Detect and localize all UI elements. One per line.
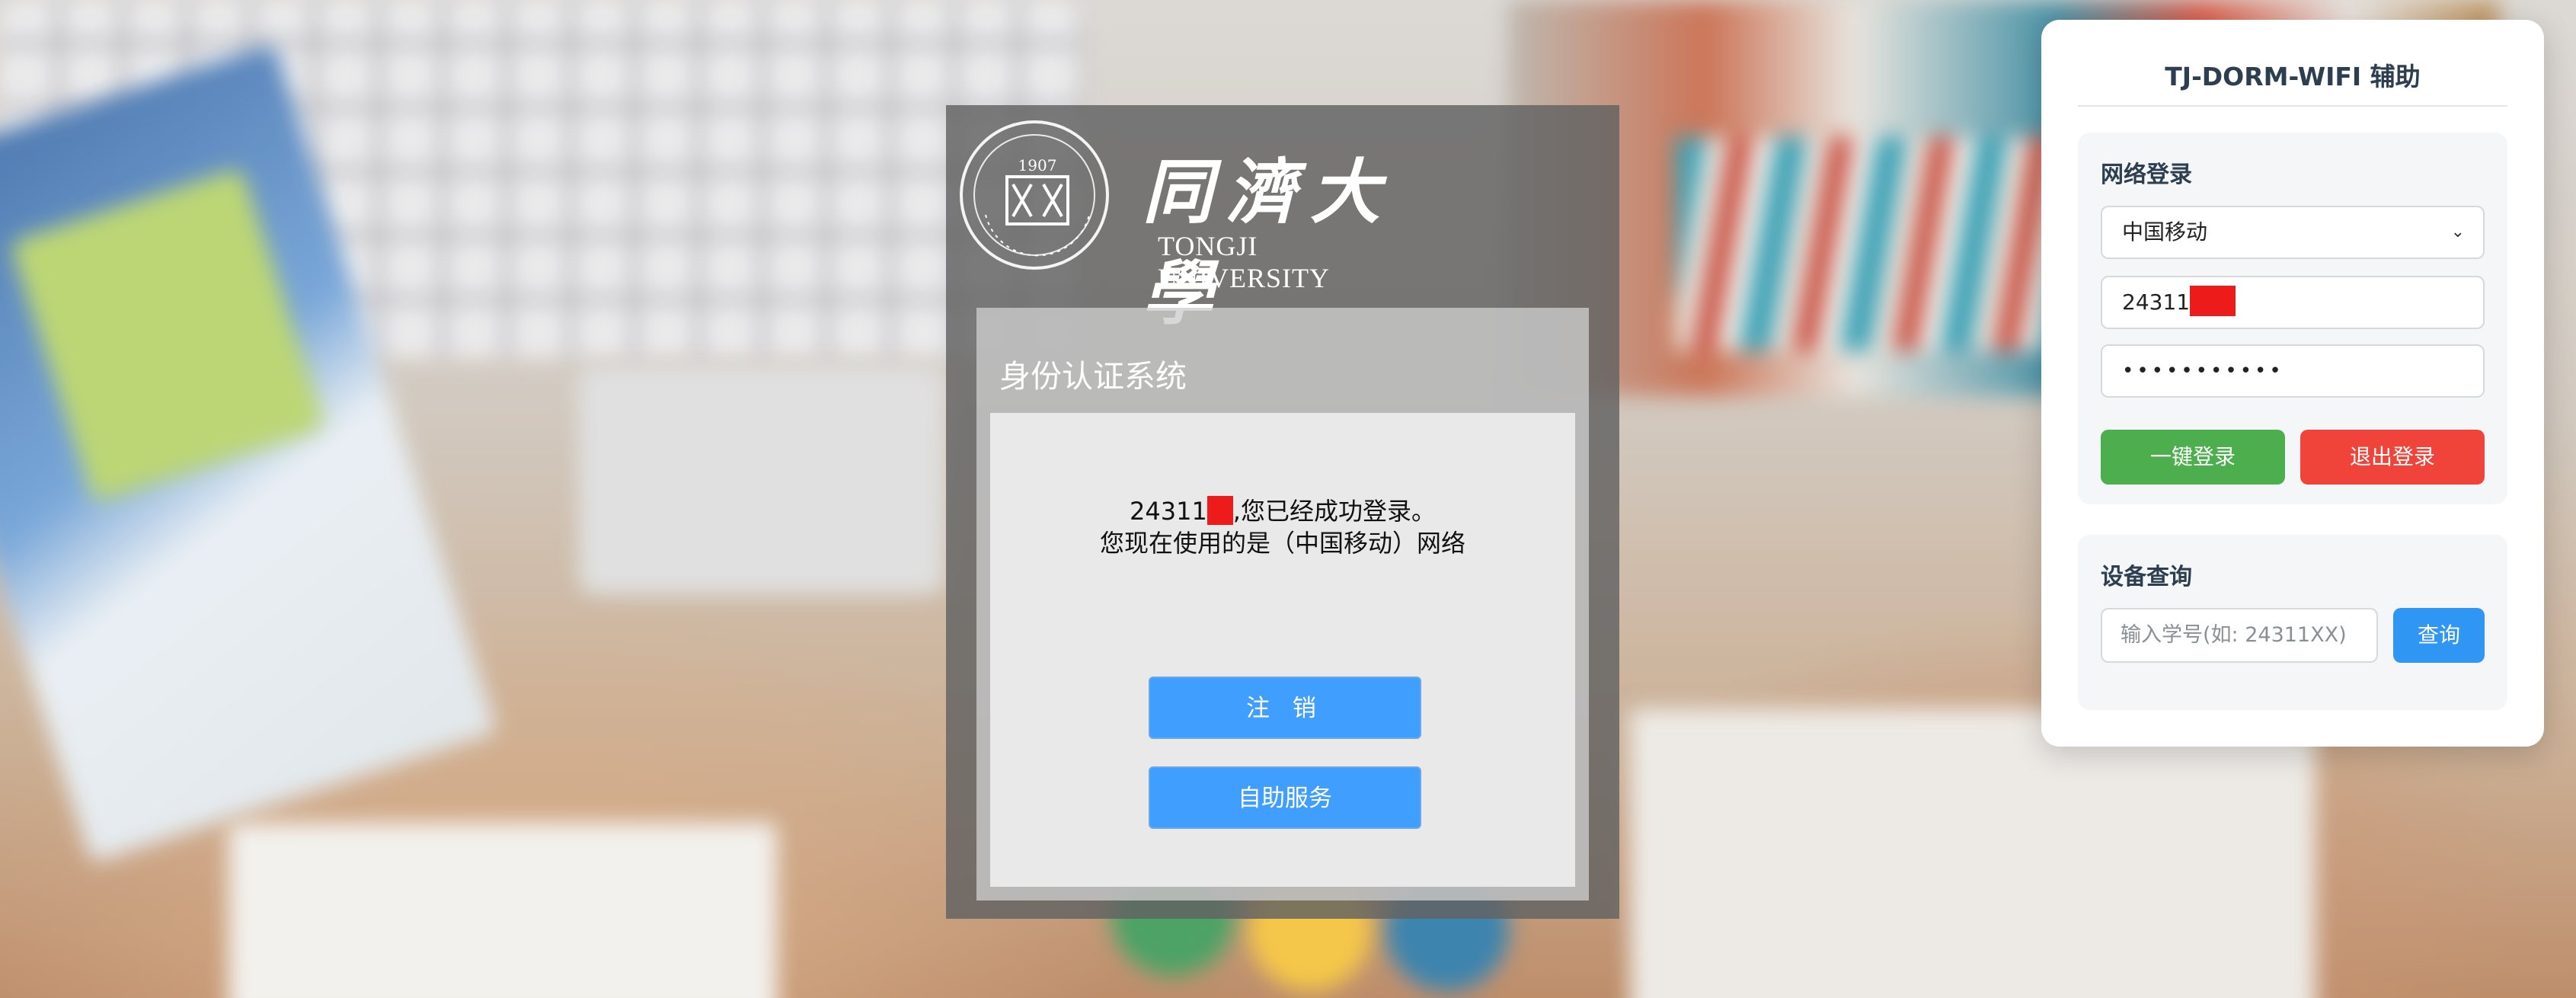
username-prefix: 24311 [1130,497,1207,526]
auth-portal: 1907 同濟大學 TONGJI UNIVERSITY 身份认证系统 24311… [946,105,1619,919]
portal-content: 24311 ,您已经成功登录。 您现在使用的是（中国移动）网络 注 销 自助服务 [990,413,1575,887]
login-status-message: 24311 ,您已经成功登录。 您现在使用的是（中国移动）网络 [990,495,1575,559]
self-service-button[interactable]: 自助服务 [1149,766,1421,829]
chevron-down-icon: ⌄ [2450,222,2465,242]
redaction-mark [1207,496,1233,525]
logout-button[interactable]: 注 销 [1149,677,1421,739]
system-title: 身份认证系统 [999,358,1187,395]
login-success-line: 24311 ,您已经成功登录。 [990,495,1575,527]
device-query-card: 设备查询 输入学号(如: 24311XX) 查询 [2078,535,2507,710]
university-seal-icon: 1907 [960,120,1109,270]
password-field[interactable]: ••••••••••• [2101,344,2485,398]
carrier-selected-value: 中国移动 [2122,219,2208,245]
student-id-input[interactable]: 输入学号(如: 24311XX) [2101,608,2378,663]
query-button[interactable]: 查询 [2393,608,2485,663]
svg-text:1907: 1907 [1018,156,1057,174]
portal-panel: 身份认证系统 24311 ,您已经成功登录。 您现在使用的是（中国移动）网络 注 … [976,308,1589,900]
wifi-helper-panel: TJ-DORM-WIFI 辅助 网络登录 中国移动 ⌄ 24311 ••••••… [2041,20,2544,747]
network-info-line: 您现在使用的是（中国移动）网络 [1099,529,1465,558]
network-login-card: 网络登录 中国移动 ⌄ 24311 ••••••••••• 一键登录 退出登录 [2078,133,2507,504]
network-login-label: 网络登录 [2101,162,2192,188]
tongji-logo: 1907 同濟大學 TONGJI UNIVERSITY [960,120,1432,334]
device-query-label: 设备查询 [2101,564,2192,590]
username-field[interactable]: 24311 [2101,276,2485,329]
divider [2078,105,2507,107]
login-success-text: ,您已经成功登录。 [1232,497,1436,526]
carrier-select[interactable]: 中国移动 ⌄ [2101,206,2485,259]
one-click-login-button[interactable]: 一键登录 [2101,430,2285,485]
redaction-mark [2190,286,2236,316]
panel-title: TJ-DORM-WIFI 辅助 [2165,62,2421,91]
username-value: 24311 [2122,289,2191,315]
logo-english-name: TONGJI UNIVERSITY [1158,231,1330,293]
logout-network-button[interactable]: 退出登录 [2300,430,2485,485]
